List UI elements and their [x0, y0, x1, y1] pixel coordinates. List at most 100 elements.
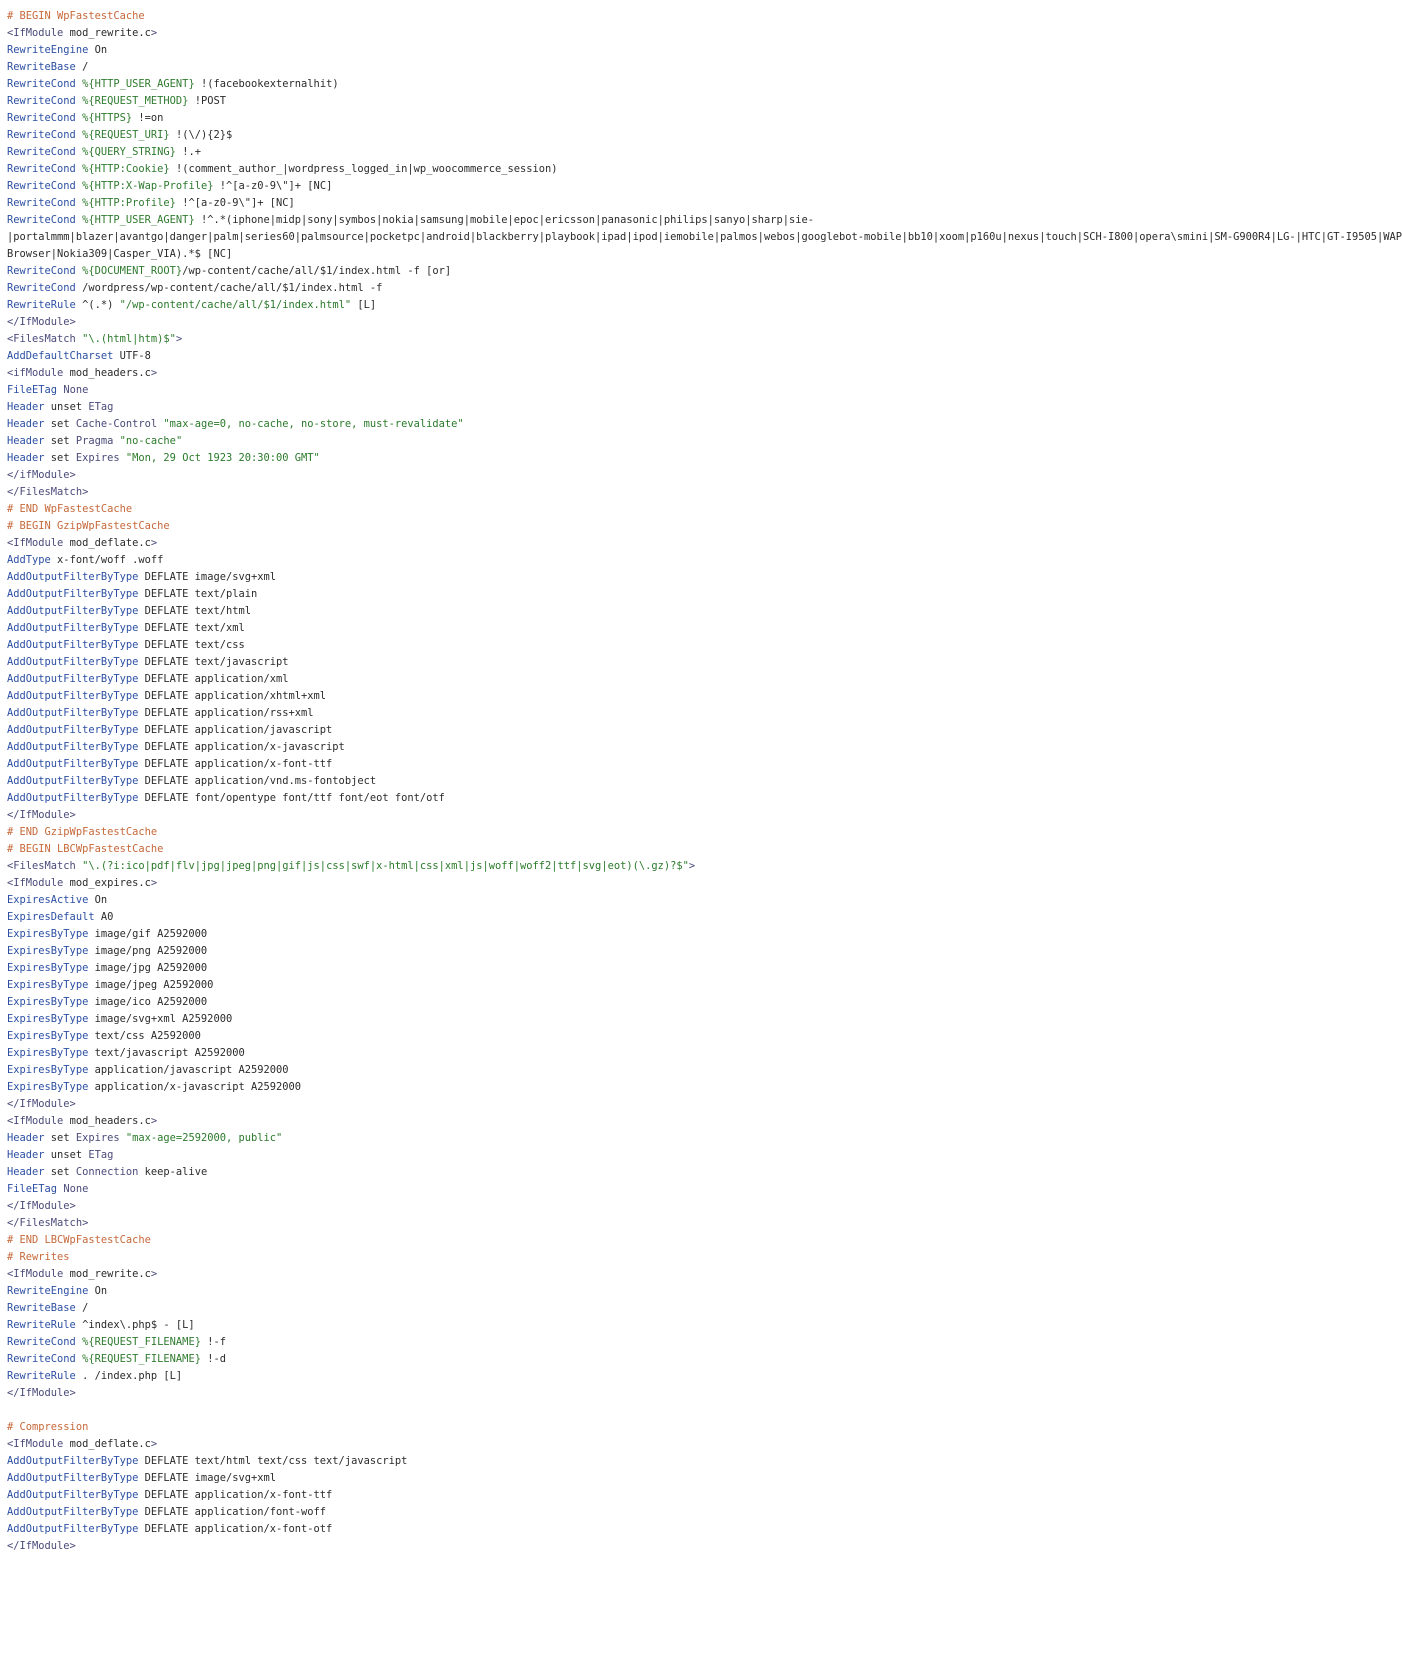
directive-token: FileETag: [7, 384, 58, 396]
directive-token: AddOutputFilterByType: [7, 1489, 139, 1501]
text-token: set: [44, 1132, 76, 1144]
code-line: |portalmmm|blazer|avantgo|danger|palm|se…: [7, 229, 1402, 246]
code-line: </IfModule>: [7, 314, 1402, 331]
code-line: # END GzipWpFastestCache: [7, 824, 1402, 841]
code-line: <ifModule mod_headers.c>: [7, 365, 1402, 382]
code-line: ExpiresByType image/png A2592000: [7, 943, 1402, 960]
tag-token: </IfModule>: [7, 809, 76, 821]
string-token: "/wp-content/cache/all/$1/index.html": [119, 299, 352, 311]
code-line: AddOutputFilterByType DEFLATE applicatio…: [7, 756, 1402, 773]
directive-token: AddOutputFilterByType: [7, 673, 139, 685]
directive-token: AddOutputFilterByType: [7, 1472, 139, 1484]
code-line: # END WpFastestCache: [7, 501, 1402, 518]
code-line: RewriteCond %{REQUEST_METHOD} !POST: [7, 93, 1402, 110]
comment-token: # BEGIN LBCWpFastestCache: [7, 843, 164, 855]
variable-token: %{QUERY_STRING}: [82, 146, 176, 158]
variable-token: %{HTTPS}: [82, 112, 133, 124]
code-line: # BEGIN WpFastestCache: [7, 8, 1402, 25]
directive-token: Header: [7, 418, 45, 430]
directive-token: AddOutputFilterByType: [7, 690, 139, 702]
string-token: "\.(html|htm)$": [82, 333, 176, 345]
code-line: RewriteRule . /index.php [L]: [7, 1368, 1402, 1385]
text-token: image/jpeg A2592000: [88, 979, 214, 991]
tag-token: >: [688, 860, 696, 872]
code-line: </IfModule>: [7, 1385, 1402, 1402]
code-line: Header set Expires "max-age=2592000, pub…: [7, 1130, 1402, 1147]
text-token: DEFLATE application/rss+xml: [138, 707, 314, 719]
text-token: DEFLATE application/xhtml+xml: [138, 690, 327, 702]
directive-token: RewriteEngine: [7, 1285, 89, 1297]
code-line: AddOutputFilterByType DEFLATE text/html …: [7, 1453, 1402, 1470]
text-token: On: [88, 894, 108, 906]
code-line: Header set Connection keep-alive: [7, 1164, 1402, 1181]
tag-token: Cache-Control: [75, 418, 158, 430]
variable-token: %{REQUEST_FILENAME}: [82, 1353, 201, 1365]
code-line: <FilesMatch "\.(?i:ico|pdf|flv|jpg|jpeg|…: [7, 858, 1402, 875]
code-line: RewriteCond %{HTTP:X-Wap-Profile} !^[a-z…: [7, 178, 1402, 195]
text-token: DEFLATE image/svg+xml: [138, 1472, 277, 1484]
directive-token: AddOutputFilterByType: [7, 775, 139, 787]
text-token: !^[a-z0-9\"]+ [NC]: [175, 197, 295, 209]
text-token: . /index.php [L]: [75, 1370, 183, 1382]
code-line: ExpiresByType image/svg+xml A2592000: [7, 1011, 1402, 1028]
directive-token: RewriteRule: [7, 1319, 76, 1331]
directive-token: ExpiresByType: [7, 979, 89, 991]
comment-token: # BEGIN WpFastestCache: [7, 10, 145, 22]
comment-token: # END LBCWpFastestCache: [7, 1234, 151, 1246]
directive-token: ExpiresByType: [7, 962, 89, 974]
text-token: DEFLATE text/xml: [138, 622, 245, 634]
code-line: ExpiresDefault A0: [7, 909, 1402, 926]
text-token: image/gif A2592000: [88, 928, 208, 940]
variable-token: %{HTTP:Profile}: [82, 197, 176, 209]
code-line: <IfModule mod_rewrite.c>: [7, 1266, 1402, 1283]
code-line: RewriteCond %{HTTP:Cookie} !(comment_aut…: [7, 161, 1402, 178]
tag-token: </FilesMatch>: [7, 1217, 89, 1229]
text-token: !.+: [175, 146, 201, 158]
variable-token: %{DOCUMENT_ROOT}: [82, 265, 183, 277]
directive-token: RewriteCond: [7, 282, 76, 294]
code-line: RewriteCond %{HTTP:Profile} !^[a-z0-9\"]…: [7, 195, 1402, 212]
tag-token: >: [175, 333, 183, 345]
text-token: x-font/woff .woff: [50, 554, 164, 566]
directive-token: RewriteCond: [7, 197, 76, 209]
directive-token: AddOutputFilterByType: [7, 741, 139, 753]
tag-token: </IfModule>: [7, 1098, 76, 1110]
variable-token: %{HTTP_USER_AGENT}: [82, 78, 195, 90]
code-line: <IfModule mod_rewrite.c>: [7, 25, 1402, 42]
variable-token: %{HTTP:Cookie}: [82, 163, 170, 175]
code-line: ExpiresByType application/javascript A25…: [7, 1062, 1402, 1079]
code-line: AddOutputFilterByType DEFLATE applicatio…: [7, 705, 1402, 722]
directive-token: RewriteBase: [7, 61, 76, 73]
tag-token: Pragma: [75, 435, 114, 447]
code-line: AddOutputFilterByType DEFLATE text/xml: [7, 620, 1402, 637]
text-token: /: [75, 61, 89, 73]
text-token: /: [75, 1302, 89, 1314]
code-line: RewriteBase /: [7, 1300, 1402, 1317]
text-token: unset: [44, 401, 89, 413]
tag-token: >: [150, 367, 158, 379]
directive-token: RewriteRule: [7, 1370, 76, 1382]
tag-token: <FilesMatch: [7, 333, 76, 345]
tag-token: <IfModule: [7, 27, 64, 39]
code-line: </IfModule>: [7, 1096, 1402, 1113]
code-line: # BEGIN GzipWpFastestCache: [7, 518, 1402, 535]
text-token: DEFLATE image/svg+xml: [138, 571, 277, 583]
text-token: mod_deflate.c: [63, 1438, 151, 1450]
directive-token: AddOutputFilterByType: [7, 571, 139, 583]
tag-token: None: [63, 384, 89, 396]
comment-token: # END WpFastestCache: [7, 503, 133, 515]
text-token: unset: [44, 1149, 89, 1161]
tag-token: <IfModule: [7, 1115, 64, 1127]
code-line: <IfModule mod_expires.c>: [7, 875, 1402, 892]
code-line: RewriteCond %{REQUEST_URI} !(\/){2}$: [7, 127, 1402, 144]
code-line: ExpiresByType image/gif A2592000: [7, 926, 1402, 943]
directive-token: Header: [7, 1149, 45, 1161]
text-token: ^(.*): [75, 299, 120, 311]
code-line: <IfModule mod_headers.c>: [7, 1113, 1402, 1130]
string-token: "max-age=2592000, public": [125, 1132, 283, 1144]
text-token: image/png A2592000: [88, 945, 208, 957]
code-line: </IfModule>: [7, 807, 1402, 824]
directive-token: FileETag: [7, 1183, 58, 1195]
code-line: ExpiresByType image/jpg A2592000: [7, 960, 1402, 977]
tag-token: Connection: [75, 1166, 139, 1178]
